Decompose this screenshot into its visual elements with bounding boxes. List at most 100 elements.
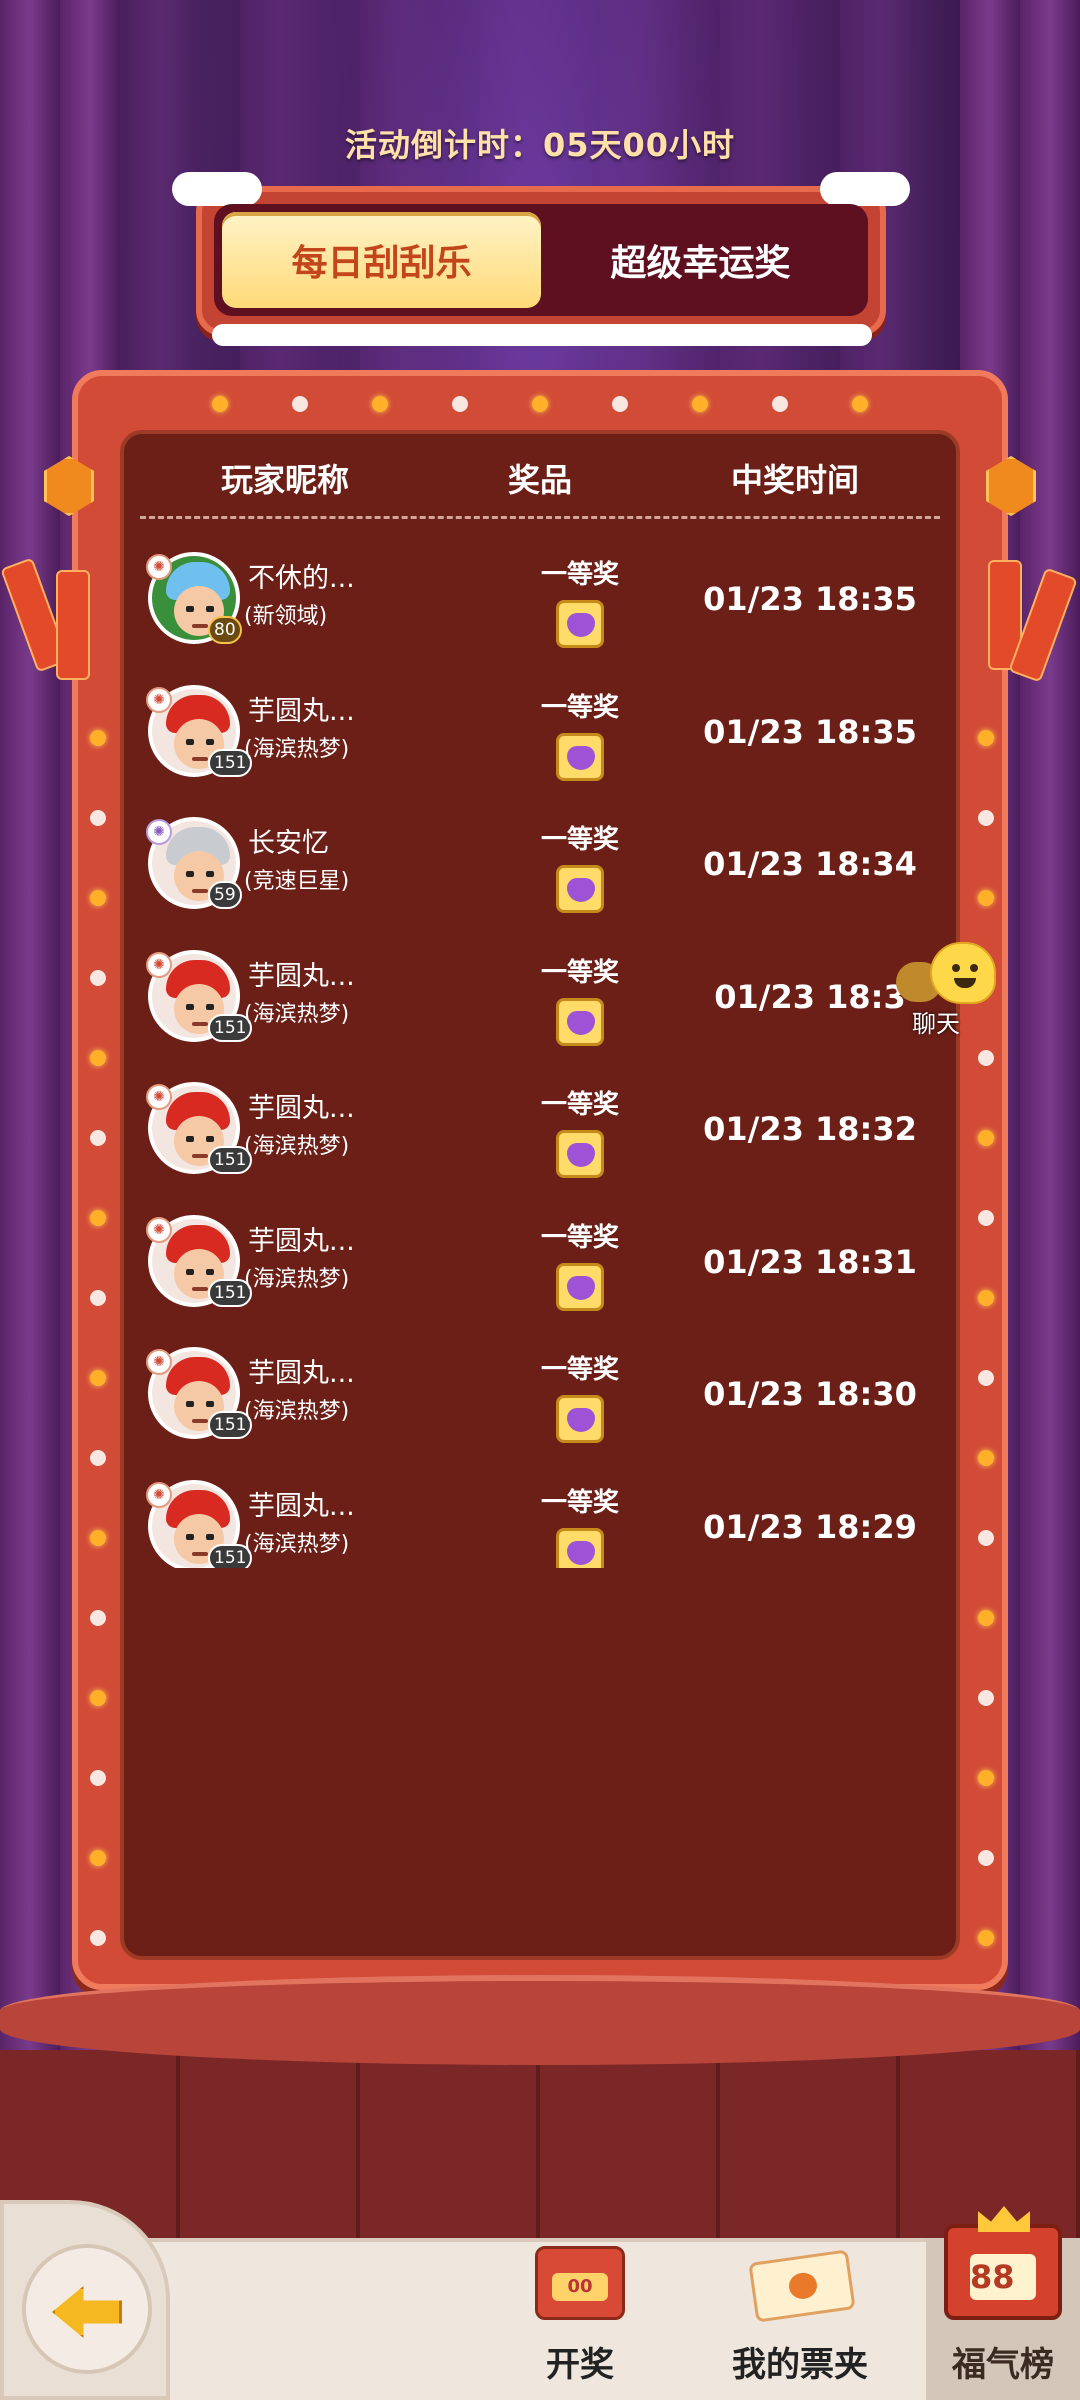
- bulb: [90, 1770, 106, 1786]
- prize-bag-icon: [556, 1130, 604, 1178]
- rank-badge-icon: ✺: [146, 554, 172, 580]
- player-name: 芋圆丸...: [248, 1225, 355, 1257]
- prize-label: 一等奖: [540, 560, 619, 590]
- table-row: ✺ 151 芋圆丸... (海滨热梦) 一等奖 01/23 18:31: [140, 1211, 940, 1344]
- win-time: 01/23 18:34: [703, 845, 917, 883]
- prize-label: 一等奖: [540, 1355, 619, 1385]
- rank-badge-icon: ✺: [146, 1216, 172, 1243]
- stage-base: [0, 2050, 1080, 2240]
- bulb: [978, 1530, 994, 1546]
- bulb: [978, 1210, 994, 1226]
- bulb: [978, 1290, 994, 1306]
- player-name: 芋圆丸...: [248, 1490, 355, 1522]
- rank-badge-icon: ✺: [146, 819, 172, 845]
- table-header: 玩家昵称 奖品 中奖时间: [140, 455, 940, 505]
- prize-label: 一等奖: [540, 825, 619, 855]
- player-name: 芋圆丸...: [248, 960, 355, 992]
- level-badge: 80: [208, 616, 242, 644]
- tab-super-lucky[interactable]: 超级幸运奖: [541, 212, 860, 308]
- player-name: 长安忆: [248, 828, 329, 859]
- bulb: [90, 1210, 106, 1226]
- bulb: [532, 396, 548, 412]
- player-name: 不休的...: [248, 563, 355, 594]
- player-name: 芋圆丸...: [248, 695, 355, 727]
- bulb: [212, 396, 228, 412]
- player-server: (海滨热梦): [244, 1001, 350, 1027]
- table-row: ✺ 151 芋圆丸... (海滨热梦) 一等奖 01/23 18:29: [140, 1476, 940, 1568]
- prize-label: 一等奖: [540, 1487, 619, 1518]
- arrow-left-icon: [52, 2286, 122, 2338]
- nav-lottery[interactable]: 00 开奖: [495, 2238, 665, 2400]
- win-time: 01/23 18:30: [703, 1375, 917, 1413]
- stage-top: [0, 1975, 1080, 2065]
- prize-bag-icon: [556, 865, 604, 913]
- ticket-icon: [748, 2249, 856, 2323]
- rank-badge-icon: ✺: [146, 951, 172, 978]
- bulb: [978, 1770, 994, 1786]
- bulb: [90, 730, 106, 746]
- player-name: 芋圆丸...: [248, 1358, 355, 1389]
- bulb: [90, 810, 106, 826]
- tabs-plaque: 每日刮刮乐 超级幸运奖: [172, 172, 910, 346]
- nav-my-tickets[interactable]: 我的票夹: [700, 2238, 900, 2400]
- bulb: [452, 396, 468, 412]
- prize-bag-icon: [556, 1395, 604, 1443]
- winners-list[interactable]: ✺ 80 不休的... (新领域) 一等奖 01/23 18:35 ✺ 151 …: [140, 548, 940, 1568]
- bulb: [978, 1370, 994, 1386]
- level-badge: 59: [208, 881, 242, 909]
- bulb: [612, 396, 628, 412]
- bulb: [978, 810, 994, 826]
- player-server: (海滨热梦): [244, 1134, 350, 1159]
- player-server: (竞速巨星): [244, 869, 350, 894]
- bulb: [90, 890, 106, 906]
- bulb: [978, 1690, 994, 1706]
- player-server: (海滨热梦): [244, 736, 350, 762]
- bulb: [852, 396, 868, 412]
- event-countdown: 活动倒计时：05天00小时: [344, 126, 736, 164]
- win-time: 01/23 18:32: [703, 1110, 917, 1148]
- rank-badge-icon: ✺: [146, 686, 172, 713]
- bulb: [978, 1050, 994, 1066]
- player-server: (海滨热梦): [244, 1266, 350, 1292]
- bulb: [90, 1290, 106, 1306]
- bulb: [978, 1450, 994, 1466]
- tab-daily-scratch[interactable]: 每日刮刮乐: [222, 212, 541, 308]
- table-row: ✺ 151 芋圆丸... (海滨热梦) 一等奖 01/23 18:3: [140, 946, 940, 1079]
- bulb: [978, 1850, 994, 1866]
- nav-fortune-ranking-label: 福气榜: [952, 2345, 1054, 2385]
- snow-decoration: [820, 172, 910, 206]
- bulb: [772, 396, 788, 412]
- prize-bag-icon: [556, 997, 604, 1046]
- player-server: (新领域): [244, 604, 328, 629]
- prize-label: 一等奖: [540, 1090, 619, 1120]
- win-time: 01/23 18:35: [703, 580, 917, 618]
- player-server: (海滨热梦): [244, 1399, 350, 1424]
- bulb: [90, 1450, 106, 1466]
- header-win-time: 中奖时间: [730, 461, 859, 499]
- win-time: 01/23 18:29: [703, 1507, 917, 1546]
- smiley-icon: [930, 942, 996, 1004]
- bulb: [292, 396, 308, 412]
- tab-bar: 每日刮刮乐 超级幸运奖: [214, 204, 868, 316]
- prize-label: 一等奖: [540, 692, 619, 723]
- bulb: [90, 1690, 106, 1706]
- chat-button[interactable]: 聊天: [896, 942, 1006, 1042]
- table-row: ✺ 151 芋圆丸... (海滨热梦) 一等奖 01/23 18:30: [140, 1343, 940, 1476]
- player-name: 芋圆丸...: [248, 1093, 355, 1124]
- prize-bag-icon: [556, 1262, 604, 1311]
- bulb: [90, 1370, 106, 1386]
- nav-lottery-label: 开奖: [546, 2345, 614, 2385]
- bulb: [978, 890, 994, 906]
- header-divider: [140, 516, 940, 519]
- prize-label: 一等奖: [540, 957, 619, 988]
- bulb: [90, 970, 106, 986]
- bulb: [90, 1930, 106, 1946]
- bulb: [90, 1530, 106, 1546]
- bulb: [692, 396, 708, 412]
- table-row: ✺ 59 长安忆 (竞速巨星) 一等奖 01/23 18:34: [140, 813, 940, 946]
- snow-decoration: [172, 172, 262, 206]
- chat-label: 聊天: [912, 1010, 960, 1038]
- win-time: 01/23 18:35: [703, 712, 917, 751]
- nav-fortune-ranking[interactable]: 88 福气榜: [926, 2206, 1080, 2400]
- player-server: (海滨热梦): [244, 1531, 350, 1557]
